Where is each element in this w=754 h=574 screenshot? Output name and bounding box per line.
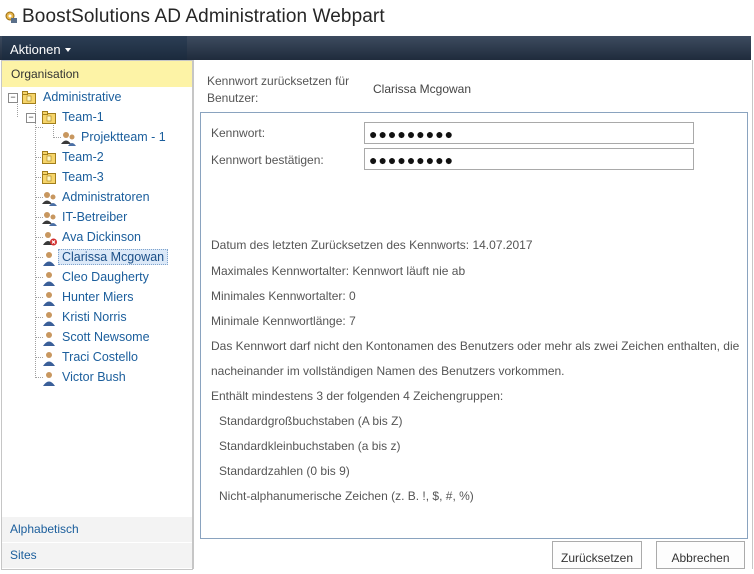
tree-node-label: Hunter Miers	[62, 290, 134, 304]
tree-node-label: Administrative	[43, 90, 122, 104]
tree-node-label: Clarissa Mcgowan	[58, 249, 169, 265]
ou-folder-icon	[42, 111, 56, 127]
selected-user-name: Clarissa Mcgowan	[373, 82, 472, 96]
gear-lock-icon	[4, 10, 18, 29]
complexity-rule-line2: nacheinander im vollständigen Namen des …	[211, 364, 565, 378]
tree-node-label: Victor Bush	[62, 370, 126, 384]
caret-down-icon	[64, 48, 71, 52]
tree-node-label: Scott Newsome	[62, 330, 150, 344]
organisation-header-label: Organisation	[11, 67, 80, 81]
user-icon	[42, 311, 58, 329]
cancel-button[interactable]: Abbrechen	[656, 541, 745, 569]
reset-for-user-label-line1: Kennwort zurücksetzen für	[207, 74, 350, 88]
disabled-user-icon	[42, 231, 58, 249]
confirm-password-label: Kennwort bestätigen:	[211, 153, 324, 167]
tree-node-label: Projektteam - 1	[81, 130, 166, 144]
collapse-toggle[interactable]: −	[26, 113, 36, 123]
user-icon	[42, 371, 58, 389]
tree-node-label: Administratoren	[62, 190, 150, 204]
tree-node-label: Team-1	[62, 110, 104, 124]
tab-alphabetisch-label: Alphabetisch	[10, 522, 79, 536]
tab-sites-label: Sites	[10, 548, 37, 562]
user-icon	[42, 351, 58, 369]
user-icon	[42, 291, 58, 309]
tree-node-label: Team-3	[62, 170, 104, 184]
tab-alphabetisch[interactable]: Alphabetisch	[2, 517, 192, 542]
tree-node-label: Team-2	[62, 150, 104, 164]
character-group-digits: Standardzahlen (0 bis 9)	[219, 464, 350, 478]
title-bar: BoostSolutions AD Administration Webpart	[0, 0, 754, 36]
ou-folder-icon	[42, 151, 56, 167]
organisation-panel: Organisation − Administrative − Team-1 P…	[1, 60, 193, 570]
reset-password-panel: Kennwort zurücksetzen für Benutzer: Clar…	[193, 60, 753, 569]
group-icon	[42, 191, 58, 209]
reset-button[interactable]: Zurücksetzen	[552, 541, 642, 569]
max-password-age: Maximales Kennwortalter: Kennwort läuft …	[211, 264, 466, 278]
ou-folder-icon	[22, 91, 36, 107]
reset-for-user-label-line2: Benutzer:	[207, 91, 259, 105]
tree-node-label: Ava Dickinson	[62, 230, 141, 244]
character-group-lowercase: Standardkleinbuchstaben (a bis z)	[219, 439, 401, 453]
user-icon	[42, 271, 58, 289]
min-password-length: Minimale Kennwortlänge: 7	[211, 314, 356, 328]
tree-node-label: Traci Costello	[62, 350, 138, 364]
aktionen-menu-button[interactable]: Aktionen	[2, 36, 187, 60]
password-form-box: Kennwort: ●●●●●●●●● Kennwort bestätigen:…	[200, 112, 748, 539]
character-groups-intro: Enthält mindestens 3 der folgenden 4 Zei…	[211, 389, 504, 403]
character-group-uppercase: Standardgroßbuchstaben (A bis Z)	[219, 414, 403, 428]
ou-folder-icon	[42, 171, 56, 187]
aktionen-label: Aktionen	[10, 42, 61, 57]
group-icon	[61, 131, 77, 149]
organisation-header[interactable]: Organisation	[2, 61, 192, 87]
complexity-rule-line1: Das Kennwort darf nicht den Kontonamen d…	[211, 339, 740, 353]
last-reset-date: Datum des letzten Zurücksetzen des Kennw…	[211, 238, 533, 252]
character-group-symbols: Nicht-alphanumerische Zeichen (z. B. !, …	[219, 489, 474, 503]
tree-node-label: Cleo Daugherty	[62, 270, 149, 284]
group-icon	[42, 211, 58, 229]
user-icon	[42, 331, 58, 349]
tab-sites[interactable]: Sites	[2, 543, 192, 568]
tree-node-label: IT-Betreiber	[62, 210, 128, 224]
min-password-age: Minimales Kennwortalter: 0	[211, 289, 356, 303]
collapse-toggle[interactable]: −	[8, 93, 18, 103]
password-field[interactable]: ●●●●●●●●●	[364, 122, 694, 144]
tree-node-label: Kristi Norris	[62, 310, 127, 324]
user-icon	[42, 251, 58, 269]
password-label: Kennwort:	[211, 126, 266, 140]
app-title: BoostSolutions AD Administration Webpart	[22, 6, 385, 27]
confirm-password-field[interactable]: ●●●●●●●●●	[364, 148, 694, 170]
reset-for-user-label: Kennwort zurücksetzen für Benutzer:	[207, 73, 357, 107]
